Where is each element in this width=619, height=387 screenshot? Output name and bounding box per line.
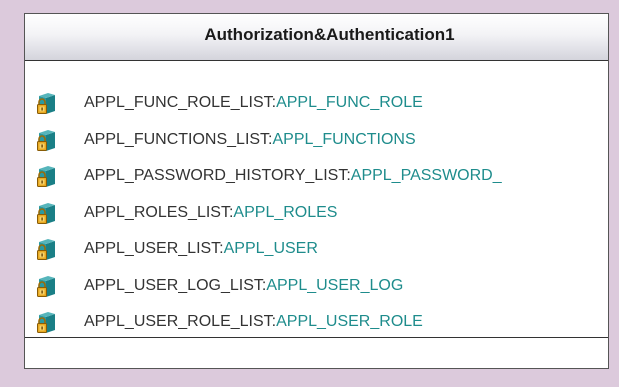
uml-class-box[interactable]: Authorization&Authentication1 APPL_FUNC_… [24, 13, 609, 369]
protected-attribute-icon [37, 239, 55, 261]
operations-compartment [25, 338, 608, 368]
attribute-row[interactable]: APPL_FUNCTIONS_LIST: APPL_FUNCTIONS [25, 122, 608, 159]
attribute-type: APPL_PASSWORD_ [350, 167, 502, 185]
attribute-row[interactable]: APPL_USER_LOG_LIST: APPL_USER_LOG [25, 268, 608, 305]
attribute-name: APPL_USER_LOG_LIST: [84, 276, 267, 294]
protected-attribute-icon [37, 129, 55, 151]
attribute-row[interactable]: APPL_USER_ROLE_LIST: APPL_USER_ROLE [25, 304, 608, 341]
attribute-type: APPL_ROLES [233, 203, 338, 221]
attribute-type: APPL_USER_LOG [266, 276, 404, 294]
attribute-name: APPL_FUNCTIONS_LIST: [84, 130, 273, 148]
attribute-name: APPL_USER_ROLE_LIST: [84, 313, 277, 331]
protected-attribute-icon [37, 275, 55, 297]
protected-attribute-icon [37, 312, 55, 334]
attribute-type: APPL_USER [223, 240, 318, 258]
protected-attribute-icon [37, 93, 55, 115]
attribute-row[interactable]: APPL_ROLES_LIST: APPL_ROLES [25, 195, 608, 232]
attribute-type: APPL_USER_ROLE [276, 313, 423, 331]
attribute-name: APPL_PASSWORD_HISTORY_LIST: [84, 167, 351, 185]
class-title: Authorization&Authentication1 [204, 25, 455, 44]
attributes-compartment: APPL_FUNC_ROLE_LIST: APPL_FUNC_ROLE APPL_F… [25, 61, 608, 338]
protected-attribute-icon [37, 202, 55, 224]
attribute-name: APPL_FUNC_ROLE_LIST: [84, 94, 277, 112]
protected-attribute-icon [37, 166, 55, 188]
attribute-row[interactable]: APPL_PASSWORD_HISTORY_LIST: APPL_PASSWORD… [25, 158, 608, 195]
attribute-type: APPL_FUNCTIONS [272, 130, 416, 148]
attribute-type: APPL_FUNC_ROLE [276, 94, 423, 112]
attribute-row[interactable]: APPL_USER_LIST: APPL_USER [25, 231, 608, 268]
attribute-name: APPL_USER_LIST: [84, 240, 224, 258]
class-header: Authorization&Authentication1 [25, 14, 608, 61]
attribute-name: APPL_ROLES_LIST: [84, 203, 234, 221]
attribute-row[interactable]: APPL_FUNC_ROLE_LIST: APPL_FUNC_ROLE [25, 85, 608, 122]
